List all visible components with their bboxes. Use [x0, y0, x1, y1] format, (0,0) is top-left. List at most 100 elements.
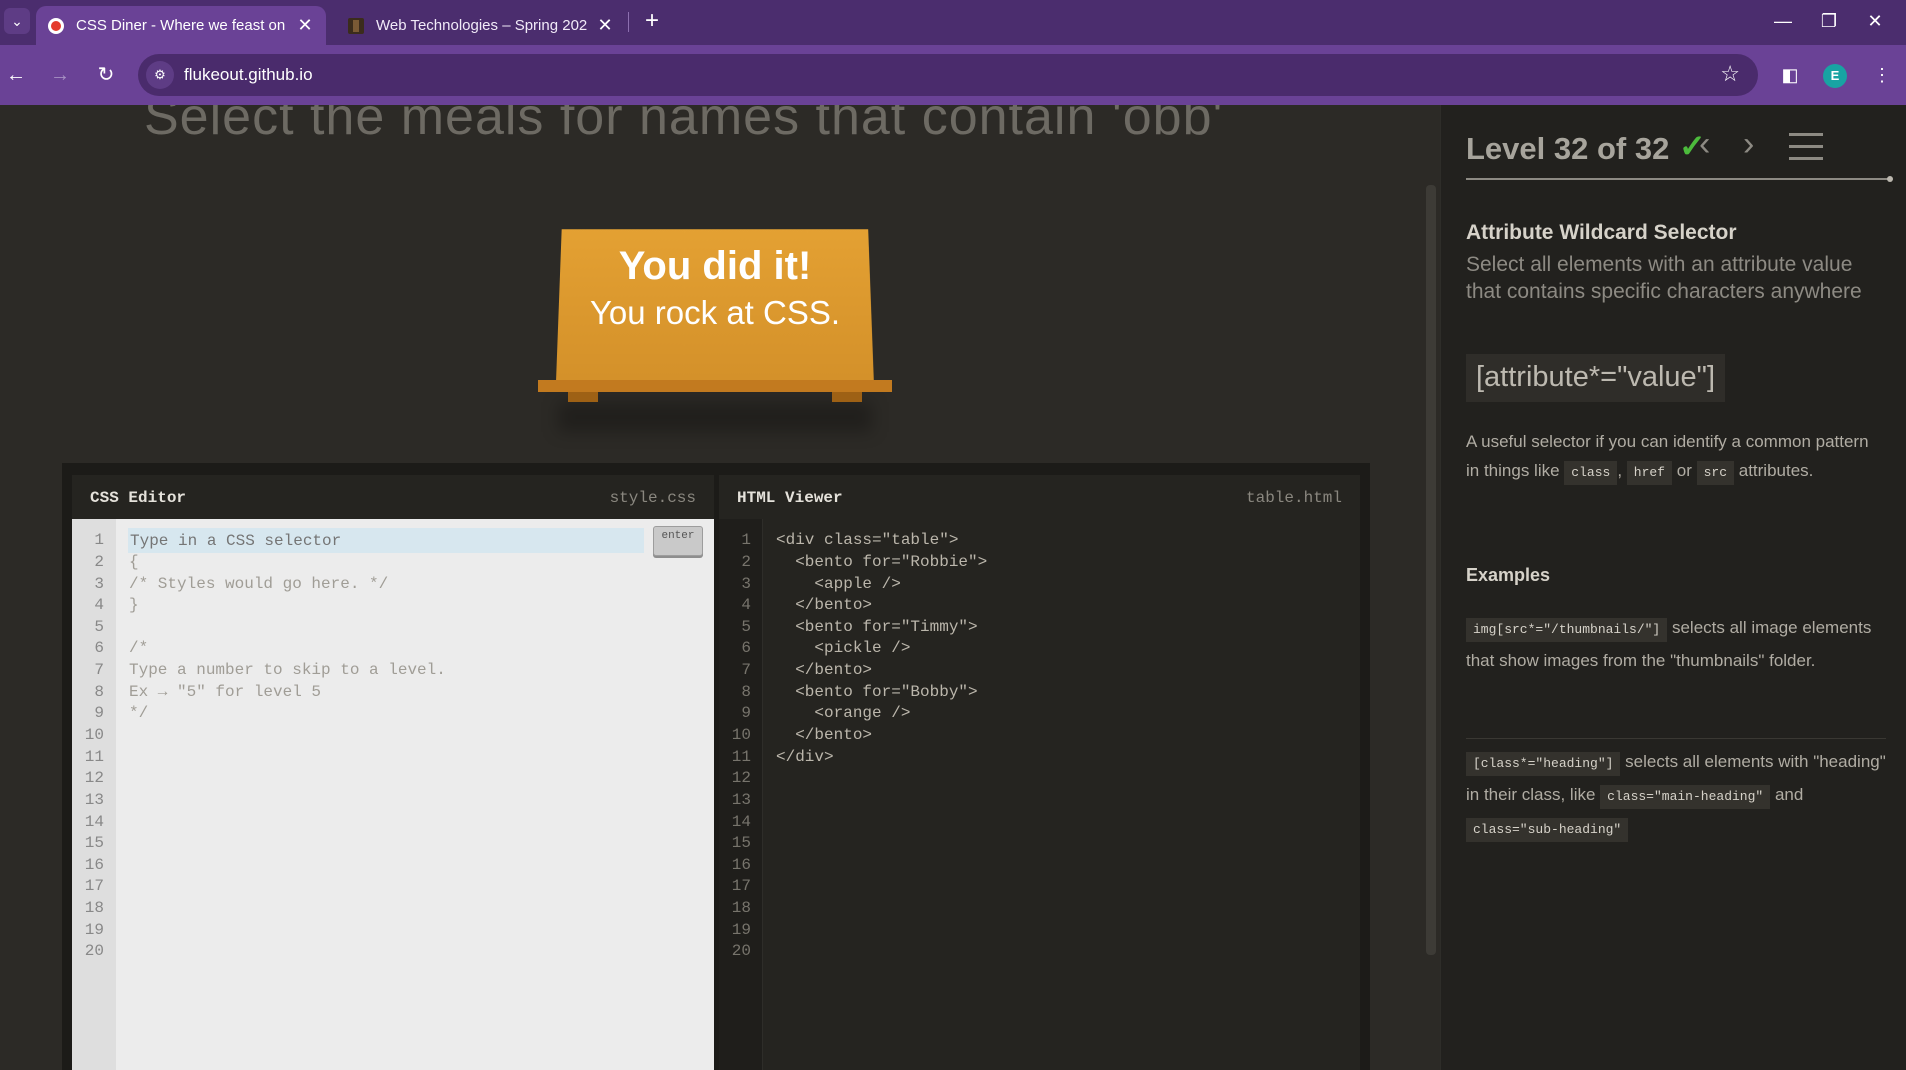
- html-code-line[interactable]: <div class="table">: [776, 531, 958, 549]
- window-close-icon[interactable]: ✕: [1852, 6, 1898, 36]
- html-code-line[interactable]: </bento>: [776, 661, 872, 679]
- arrow-left-icon[interactable]: ←: [0, 59, 32, 91]
- progress-fill: [1466, 178, 1890, 180]
- css-code-line: */: [129, 704, 149, 722]
- code-chip: class: [1564, 461, 1618, 485]
- html-code-line[interactable]: </bento>: [776, 596, 872, 614]
- divider: [1466, 738, 1886, 739]
- new-tab-plus-icon[interactable]: +: [638, 8, 666, 36]
- css-code-line: {: [129, 553, 139, 571]
- code-chip: [class*="heading"]: [1466, 752, 1621, 776]
- tab-web-technologies[interactable]: Web Technologies – Spring 202 ✕: [336, 6, 626, 45]
- css-editor-pane: 1 2 3 4 5 6 7 8 9 10 11 12 13 14 15 16 1…: [72, 519, 714, 1070]
- line-number: 1: [741, 531, 751, 549]
- tab-close-icon[interactable]: ✕: [296, 15, 314, 36]
- tab-separator: [628, 12, 629, 32]
- tab-search-chevron-icon[interactable]: ⌄: [4, 8, 30, 34]
- css-code-line: /*: [129, 639, 149, 657]
- line-number: 2: [741, 553, 751, 571]
- html-code-line[interactable]: <apple />: [776, 575, 900, 593]
- css-code-line: }: [129, 596, 139, 614]
- browser-toolbar: ← → ↻ ⚙ flukeout.github.io ☆ ◧ E ⋮: [0, 45, 1906, 105]
- progress-dot: [1887, 176, 1893, 182]
- line-number: 13: [731, 791, 751, 809]
- enter-button[interactable]: enter: [653, 526, 703, 556]
- example-item: [class*="heading"] selects all elements …: [1466, 745, 1886, 844]
- tree-favicon-icon: [348, 17, 364, 34]
- line-number: 14: [731, 813, 751, 831]
- line-number: 11: [731, 748, 751, 766]
- html-code-line[interactable]: <orange />: [776, 704, 910, 722]
- html-line-numbers: 1 2 3 4 5 6 7 8 9 10 11 12 13 14 15 16 1…: [719, 519, 763, 1070]
- chevron-right-icon[interactable]: ›: [1743, 125, 1754, 164]
- css-line-numbers: 1 2 3 4 5 6 7 8 9 10 11 12 13 14 15 16 1…: [72, 519, 116, 1070]
- selector-syntax: [attribute*="value"]: [1466, 354, 1726, 402]
- table-leg: [832, 392, 862, 402]
- line-number: 4: [94, 596, 104, 614]
- line-number: 1: [94, 531, 104, 549]
- css-editor-header: CSS Editor style.css: [72, 475, 714, 519]
- css-diner-page: Select the meals for names that contain …: [0, 105, 1906, 1070]
- line-number: 8: [741, 683, 751, 701]
- restore-icon[interactable]: ❐: [1806, 6, 1852, 36]
- kebab-menu-icon[interactable]: ⋮: [1866, 59, 1898, 91]
- tab-close-icon[interactable]: ✕: [596, 15, 614, 36]
- line-number: 9: [741, 704, 751, 722]
- url-text[interactable]: flukeout.github.io: [184, 65, 313, 85]
- page-scrollbar[interactable]: [1426, 185, 1436, 955]
- line-number: 12: [731, 769, 751, 787]
- line-number: 10: [731, 726, 751, 744]
- code-chip: src: [1696, 461, 1734, 485]
- dining-table: You did it! You rock at CSS.: [538, 222, 892, 432]
- code-chip: class="sub-heading": [1466, 818, 1629, 842]
- selector-hint: A useful selector if you can identify a …: [1466, 427, 1886, 485]
- line-number: 19: [84, 921, 104, 939]
- css-editor-title: CSS Editor: [90, 489, 187, 507]
- level-sidebar: Level 32 of 32 ✓ ‹ › Attribute Wildcard …: [1440, 105, 1906, 1070]
- html-file-name: table.html: [1245, 489, 1342, 507]
- selector-name: Attribute Wildcard Selector: [1466, 221, 1737, 244]
- line-number: 13: [84, 791, 104, 809]
- html-code-line[interactable]: <bento for="Bobby">: [776, 683, 977, 701]
- hint-separator: ,: [1617, 461, 1623, 480]
- minimize-icon[interactable]: —: [1760, 6, 1806, 36]
- tab-title: Web Technologies – Spring 202: [376, 17, 588, 34]
- line-number: 20: [84, 942, 104, 960]
- html-code-line[interactable]: <bento for="Robbie">: [776, 553, 987, 571]
- chevron-left-icon[interactable]: ‹: [1699, 125, 1710, 164]
- line-number: 8: [94, 683, 104, 701]
- line-number: 7: [741, 661, 751, 679]
- css-diner-favicon-icon: [48, 17, 64, 34]
- line-number: 2: [94, 553, 104, 571]
- html-viewer-header: HTML Viewer table.html: [719, 475, 1360, 519]
- tab-bar: ⌄ CSS Diner - Where we feast on ✕ Web Te…: [0, 0, 1906, 45]
- level-instruction: Select the meals for names that contain …: [144, 105, 1224, 146]
- tune-icon[interactable]: ⚙: [146, 61, 174, 89]
- hamburger-icon[interactable]: [1789, 133, 1823, 161]
- line-number: 15: [84, 834, 104, 852]
- hint-or: or: [1676, 461, 1692, 480]
- line-number: 5: [94, 618, 104, 636]
- line-number: 19: [731, 921, 751, 939]
- css-selector-input[interactable]: [128, 528, 644, 553]
- html-viewer-pane: 1 2 3 4 5 6 7 8 9 10 11 12 13 14 15 16 1…: [719, 519, 1360, 1070]
- address-bar[interactable]: ⚙ flukeout.github.io ☆: [138, 54, 1758, 96]
- selector-title: Select all elements with an attribute va…: [1466, 253, 1862, 303]
- line-number: 16: [84, 856, 104, 874]
- hint-end: attributes.: [1738, 461, 1814, 480]
- html-code-line[interactable]: </bento>: [776, 726, 872, 744]
- html-code-line[interactable]: <bento for="Timmy">: [776, 618, 977, 636]
- avatar[interactable]: E: [1823, 64, 1847, 88]
- side-panel-icon[interactable]: ◧: [1774, 59, 1806, 91]
- line-number: 15: [731, 834, 751, 852]
- table-shadow: [558, 402, 872, 432]
- star-icon[interactable]: ☆: [1720, 61, 1740, 87]
- html-code-line[interactable]: <pickle />: [776, 639, 910, 657]
- reload-icon[interactable]: ↻: [90, 59, 122, 91]
- editor: CSS Editor style.css HTML Viewer table.h…: [62, 463, 1370, 1070]
- line-number: 3: [741, 575, 751, 593]
- arrow-right-icon[interactable]: →: [44, 59, 76, 91]
- html-code-line[interactable]: </div>: [776, 748, 834, 766]
- line-number: 3: [94, 575, 104, 593]
- tab-css-diner[interactable]: CSS Diner - Where we feast on ✕: [36, 6, 326, 45]
